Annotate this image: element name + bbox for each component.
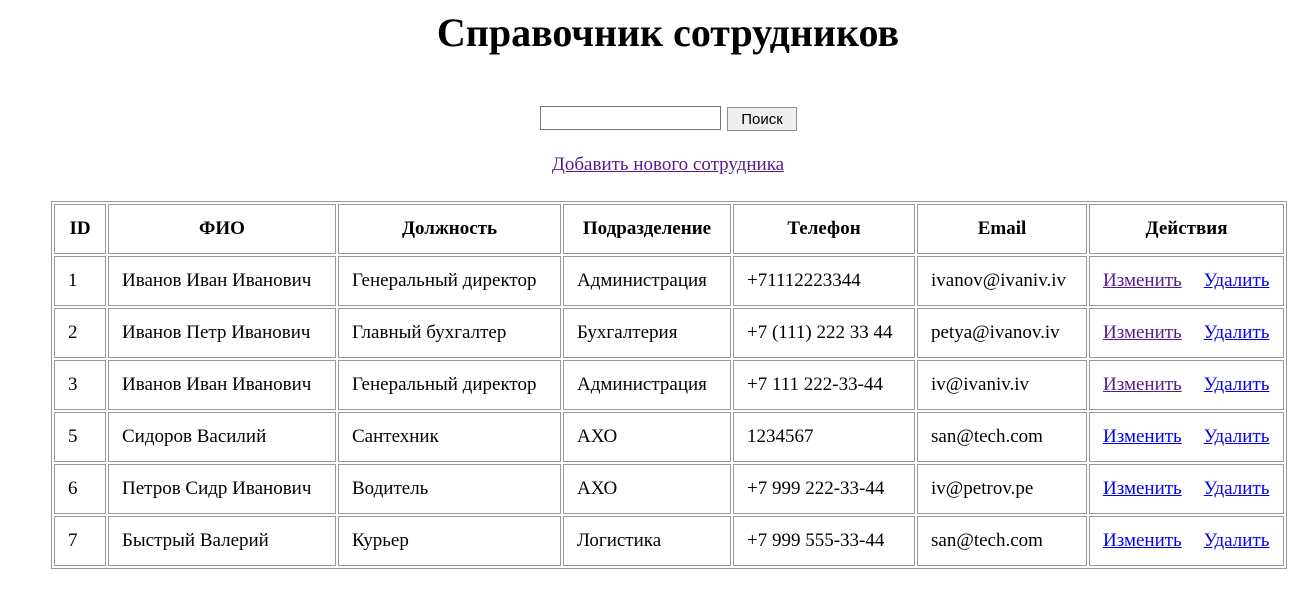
delete-link[interactable]: Удалить [1204,270,1270,291]
cell-id: 2 [54,308,106,358]
column-header-phone: Телефон [733,204,915,254]
cell-position: Генеральный директор [338,256,561,306]
cell-phone: +71112223344 [733,256,915,306]
cell-actions: Изменить Удалить [1089,308,1284,358]
cell-actions: Изменить Удалить [1089,256,1284,306]
cell-phone: +7 999 555-33-44 [733,516,915,566]
cell-name: Иванов Иван Иванович [108,256,336,306]
cell-phone: +7 111 222-33-44 [733,360,915,410]
cell-phone: +7 999 222-33-44 [733,464,915,514]
column-header-name: ФИО [108,204,336,254]
cell-id: 1 [54,256,106,306]
table-row: 5 Сидоров Василий Сантехник АХО 1234567 san@t… [54,412,1284,462]
delete-link[interactable]: Удалить [1204,322,1270,343]
delete-link[interactable]: Удалить [1204,530,1270,551]
edit-link[interactable]: Изменить [1103,426,1182,447]
cell-email: iv@petrov.pe [917,464,1087,514]
cell-actions: Изменить Удалить [1089,516,1284,566]
table-row: 2 Иванов Петр Иванович Главный бухгалтер Бу… [54,308,1284,358]
cell-email: san@tech.com [917,412,1087,462]
edit-link[interactable]: Изменить [1103,270,1182,291]
cell-email: ivanov@ivaniv.iv [917,256,1087,306]
delete-link[interactable]: Удалить [1204,374,1270,395]
cell-position: Сантехник [338,412,561,462]
cell-department: Логистика [563,516,731,566]
table-row: 1 Иванов Иван Иванович Генеральный директо… [54,256,1284,306]
cell-id: 5 [54,412,106,462]
table-row: 7 Быстрый Валерий Курьер Логистика +7 999 55… [54,516,1284,566]
cell-actions: Изменить Удалить [1089,360,1284,410]
edit-link[interactable]: Изменить [1103,530,1182,551]
edit-link[interactable]: Изменить [1103,322,1182,343]
table-header-row: ID ФИО Должность Подразделение Телефон E… [54,204,1284,254]
cell-department: АХО [563,412,731,462]
cell-email: san@tech.com [917,516,1087,566]
cell-department: Администрация [563,360,731,410]
search-button[interactable]: Поиск [727,107,797,131]
cell-name: Быстрый Валерий [108,516,336,566]
edit-link[interactable]: Изменить [1103,478,1182,499]
cell-department: Администрация [563,256,731,306]
cell-actions: Изменить Удалить [1089,464,1284,514]
column-header-position: Должность [338,204,561,254]
cell-name: Сидоров Василий [108,412,336,462]
search-input[interactable] [540,106,721,130]
column-header-id: ID [54,204,106,254]
cell-id: 7 [54,516,106,566]
cell-email: petya@ivanov.iv [917,308,1087,358]
cell-position: Генеральный директор [338,360,561,410]
column-header-actions: Действия [1089,204,1284,254]
page-title: Справочник сотрудников [436,10,900,55]
column-header-department: Подразделение [563,204,731,254]
delete-link[interactable]: Удалить [1204,426,1270,447]
add-employee-container: Добавить нового сотрудника [0,154,1316,176]
column-header-email: Email [917,204,1087,254]
delete-link[interactable]: Удалить [1204,478,1270,499]
cell-name: Иванов Петр Иванович [108,308,336,358]
table-row: 3 Иванов Иван Иванович Генеральный директо… [54,360,1284,410]
cell-position: Главный бухгалтер [338,308,561,358]
cell-id: 6 [54,464,106,514]
edit-link[interactable]: Изменить [1103,374,1182,395]
cell-name: Иванов Иван Иванович [108,360,336,410]
cell-department: Бухгалтерия [563,308,731,358]
employees-table: ID ФИО Должность Подразделение Телефон E… [51,201,1287,569]
search-form: Поиск [540,106,797,132]
cell-department: АХО [563,464,731,514]
add-employee-link[interactable]: Добавить нового сотрудника [552,154,784,175]
cell-position: Курьер [338,516,561,566]
cell-name: Петров Сидр Иванович [108,464,336,514]
cell-id: 3 [54,360,106,410]
cell-position: Водитель [338,464,561,514]
cell-actions: Изменить Удалить [1089,412,1284,462]
cell-phone: +7 (111) 222 33 44 [733,308,915,358]
cell-email: iv@ivaniv.iv [917,360,1087,410]
table-row: 6 Петров Сидр Иванович Водитель АХО +7 999 2… [54,464,1284,514]
cell-phone: 1234567 [733,412,915,462]
